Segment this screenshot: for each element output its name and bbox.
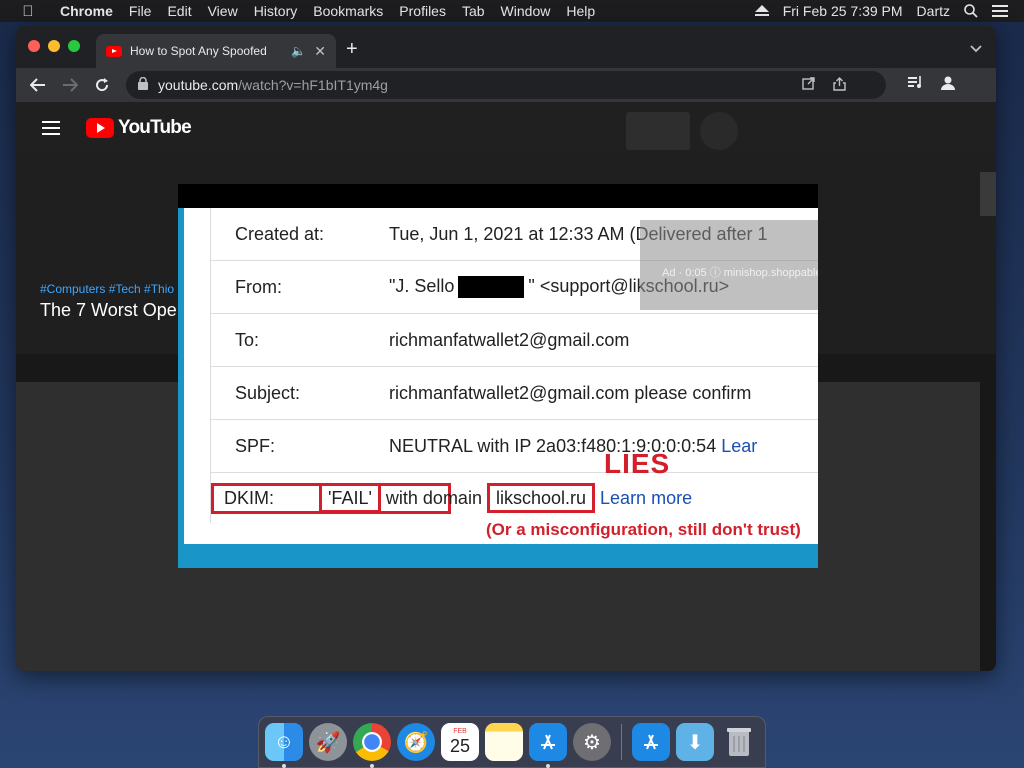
youtube-header: YouTube [16, 102, 996, 154]
omnibox-actions [802, 76, 886, 94]
chrome-icon[interactable] [353, 723, 391, 768]
apple-menu-icon[interactable]:  [18, 3, 38, 20]
url-path: /watch?v=hF1bIT1ym4g [238, 77, 388, 93]
youtube-logo[interactable]: YouTube [86, 117, 192, 139]
user-name[interactable]: Dartz [917, 3, 950, 19]
menu-tab[interactable]: Tab [454, 3, 493, 19]
profile-avatar-icon[interactable] [940, 75, 956, 96]
menu-history[interactable]: History [246, 3, 306, 19]
downloads-folder-icon[interactable]: ⬇ [676, 723, 714, 761]
fullscreen-window-button[interactable] [68, 40, 80, 52]
youtube-favicon-icon [106, 45, 122, 57]
calendar-icon[interactable]: FEB 25 [441, 723, 479, 761]
browser-window: How to Spot Any Spoofed 🔈 ✕ + youtube.co… [16, 26, 996, 671]
window-controls [28, 40, 80, 52]
menu-edit[interactable]: Edit [159, 3, 199, 19]
address-bar[interactable]: youtube.com/watch?v=hF1bIT1ym4g [126, 71, 886, 99]
reload-button[interactable] [86, 71, 118, 99]
toolbar-right-icons [908, 75, 956, 96]
menu-file[interactable]: File [121, 3, 160, 19]
minimize-window-button[interactable] [48, 40, 60, 52]
youtube-play-icon [86, 118, 114, 138]
forward-button[interactable] [54, 71, 86, 99]
share-icon[interactable] [833, 76, 846, 94]
tab-search-chevron-icon[interactable] [970, 40, 982, 58]
spf-learn-more-link: Lear [721, 435, 758, 456]
spotlight-search-icon[interactable] [964, 4, 978, 18]
misconfiguration-caption: (Or a misconfiguration, still don't trus… [486, 520, 801, 539]
notes-icon[interactable] [485, 723, 523, 761]
app-store-download-icon[interactable] [632, 723, 670, 761]
menu-app-name[interactable]: Chrome [52, 3, 121, 19]
menu-bar:  Chrome File Edit View History Bookmark… [0, 0, 1024, 22]
browser-toolbar: youtube.com/watch?v=hF1bIT1ym4g [16, 68, 996, 102]
row-value: richmanfatwallet2@gmail.com [389, 329, 630, 350]
eject-icon[interactable] [754, 5, 769, 17]
menu-view[interactable]: View [200, 3, 246, 19]
header-placeholder [626, 112, 690, 150]
url-host: youtube.com [158, 77, 239, 93]
menu-window[interactable]: Window [493, 3, 559, 19]
header-row-dkim: DKIM: 'FAIL' with domain likschool.ru Le… [211, 473, 818, 523]
calendar-day: 25 [449, 736, 471, 756]
system-preferences-icon[interactable]: ⚙ [573, 723, 611, 761]
audio-playing-icon[interactable]: 🔈 [291, 44, 306, 58]
header-row-spf: SPF: NEUTRAL with IP 2a03:f480:1:9:0:0:0… [211, 420, 818, 473]
redaction-box [458, 276, 525, 299]
open-in-new-icon[interactable] [802, 76, 815, 94]
header-row-to: To: richmanfatwallet2@gmail.com [211, 314, 818, 367]
row-label: To: [235, 329, 260, 350]
hamburger-menu-icon[interactable] [42, 121, 60, 135]
dock-separator [621, 724, 622, 760]
back-button[interactable] [22, 71, 54, 99]
dock: ☺ 🚀 🧭 FEB 25 ⚙ ⬇ [258, 716, 766, 768]
row-value: richmanfatwallet2@gmail.com please confi… [389, 382, 752, 403]
row-value: 'FAIL' with domain likschool.ru Learn mo… [319, 482, 818, 513]
row-label: Subject: [235, 382, 301, 403]
dkim-learn-more-link: Learn more [600, 487, 693, 508]
dkim-mid-text: with domain [380, 487, 487, 508]
menu-help[interactable]: Help [558, 3, 603, 19]
row-label: SPF: [235, 435, 276, 456]
app-store-icon[interactable] [529, 723, 567, 768]
ad-overlay-text[interactable]: Ad · 0:05 ⓘ minishop.shoppable.com/v4/sn… [662, 264, 818, 280]
trash-icon[interactable] [720, 723, 758, 761]
lock-icon[interactable] [138, 76, 148, 93]
video-frame-topbar [178, 184, 818, 208]
row-label: Created at: [235, 223, 325, 244]
menu-bookmarks[interactable]: Bookmarks [305, 3, 391, 19]
clock[interactable]: Fri Feb 25 7:39 PM [783, 3, 903, 19]
finder-icon[interactable]: ☺ [265, 723, 303, 768]
video-frame[interactable]: Created at: Tue, Jun 1, 2021 at 12:33 AM… [178, 184, 818, 568]
new-tab-button[interactable]: + [346, 38, 358, 61]
tab-youtube[interactable]: How to Spot Any Spoofed 🔈 ✕ [96, 34, 336, 68]
menu-profiles[interactable]: Profiles [391, 3, 454, 19]
dkim-domain-highlight: likschool.ru [486, 482, 596, 513]
from-name: "J. Sello [389, 275, 455, 296]
dkim-fail-highlight: 'FAIL' [319, 482, 381, 513]
lies-annotation: LIES [604, 448, 671, 479]
youtube-page: YouTube #Computers #Tech #Thio The 7 Wor… [16, 102, 996, 671]
header-row-subject: Subject: richmanfatwallet2@gmail.com ple… [211, 367, 818, 420]
safari-icon[interactable]: 🧭 [397, 723, 435, 761]
tab-title: How to Spot Any Spoofed [130, 44, 267, 58]
video-title: The 7 Worst Oper [40, 300, 183, 320]
tab-strip: How to Spot Any Spoofed 🔈 ✕ + [16, 26, 996, 68]
close-tab-icon[interactable]: ✕ [314, 43, 326, 60]
video-hashtags[interactable]: #Computers #Tech #Thio [40, 282, 174, 296]
calendar-month: FEB [453, 728, 467, 735]
header-placeholder-avatar [700, 112, 738, 150]
launchpad-icon[interactable]: 🚀 [309, 723, 347, 761]
close-window-button[interactable] [28, 40, 40, 52]
youtube-logo-text: YouTube [118, 117, 192, 138]
media-controls-icon[interactable] [908, 75, 924, 96]
menu-extras: Fri Feb 25 7:39 PM Dartz [754, 3, 1024, 19]
control-center-icon[interactable] [992, 4, 1008, 18]
row-label: From: [235, 276, 282, 297]
side-panel-edge [980, 172, 996, 216]
